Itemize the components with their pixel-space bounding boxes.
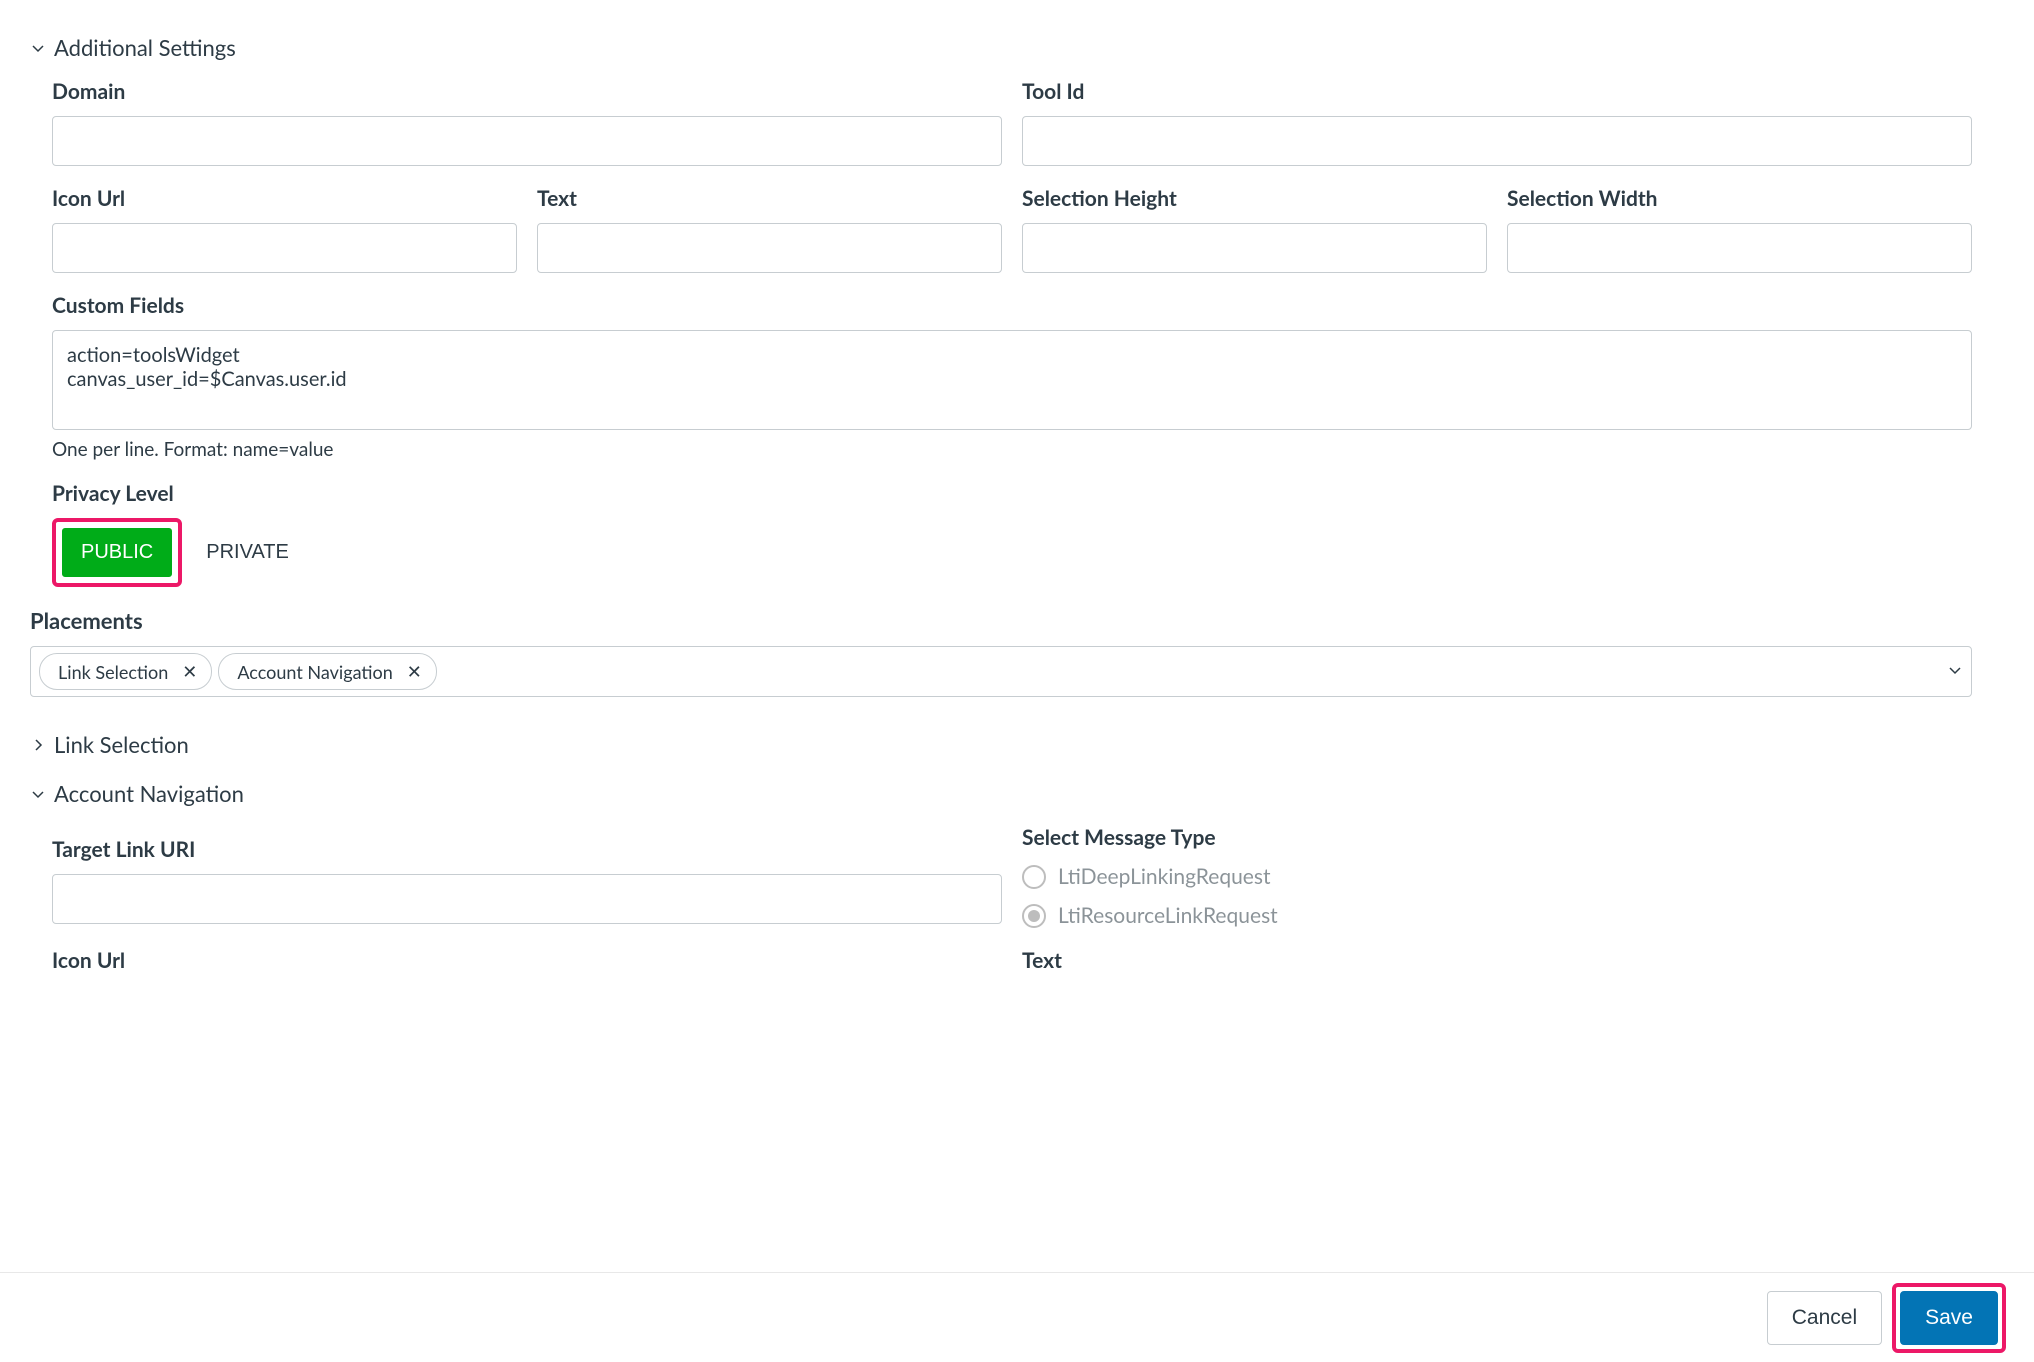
chevron-down-icon	[30, 40, 46, 56]
chevron-right-icon	[30, 737, 46, 753]
tag-remove-icon[interactable]: ✕	[182, 660, 197, 683]
radio-ltideeplinking[interactable]: LtiDeepLinkingRequest	[1022, 864, 1972, 889]
private-button[interactable]: PRIVATE	[192, 529, 303, 576]
placements-section: Placements Link Selection ✕ Account Navi…	[30, 607, 1972, 697]
tag-label: Link Selection	[58, 661, 168, 683]
selwidth-input[interactable]	[1507, 223, 1972, 273]
selwidth-label: Selection Width	[1507, 186, 1972, 211]
toolid-input[interactable]	[1022, 116, 1972, 166]
radio-label: LtiDeepLinkingRequest	[1058, 864, 1271, 889]
radio-ltiresourcelink[interactable]: LtiResourceLinkRequest	[1022, 903, 1972, 928]
customfields-input[interactable]	[52, 330, 1972, 430]
customfields-hint: One per line. Format: name=value	[52, 438, 1972, 461]
selheight-label: Selection Height	[1022, 186, 1487, 211]
save-button[interactable]: Save	[1900, 1291, 1998, 1345]
domain-label: Domain	[52, 79, 1002, 104]
tag-remove-icon[interactable]: ✕	[407, 660, 422, 683]
text-input[interactable]	[537, 223, 1002, 273]
cancel-button[interactable]: Cancel	[1767, 1291, 1882, 1345]
save-highlight: Save	[1892, 1283, 2006, 1353]
radio-icon	[1022, 865, 1046, 889]
radio-label: LtiResourceLinkRequest	[1058, 903, 1278, 928]
chevron-down-icon	[1947, 662, 1963, 682]
iconurl2-label: Icon Url	[52, 948, 1002, 973]
account-nav-title: Account Navigation	[54, 780, 244, 807]
iconurl-input[interactable]	[52, 223, 517, 273]
additional-settings-title: Additional Settings	[54, 34, 236, 61]
text-label: Text	[537, 186, 1002, 211]
account-nav-toggle[interactable]: Account Navigation	[30, 776, 1972, 811]
targeturi-label: Target Link URI	[52, 837, 1002, 862]
selheight-input[interactable]	[1022, 223, 1487, 273]
domain-input[interactable]	[52, 116, 1002, 166]
placements-label: Placements	[30, 607, 1972, 634]
placement-tag: Link Selection ✕	[39, 653, 212, 690]
placements-select[interactable]: Link Selection ✕ Account Navigation ✕	[30, 646, 1972, 697]
messagetype-label: Select Message Type	[1022, 825, 1972, 850]
targeturi-input[interactable]	[52, 874, 1002, 924]
text2-label: Text	[1022, 948, 1972, 973]
public-highlight: PUBLIC	[52, 518, 182, 587]
iconurl-label: Icon Url	[52, 186, 517, 211]
tag-label: Account Navigation	[237, 661, 392, 683]
chevron-down-icon	[30, 786, 46, 802]
link-selection-toggle[interactable]: Link Selection	[30, 727, 1972, 762]
toolid-label: Tool Id	[1022, 79, 1972, 104]
radio-icon	[1022, 904, 1046, 928]
link-selection-title: Link Selection	[54, 731, 189, 758]
footer: Cancel Save	[0, 1272, 2034, 1362]
public-button[interactable]: PUBLIC	[62, 528, 172, 577]
customfields-label: Custom Fields	[52, 293, 1972, 318]
placement-tag: Account Navigation ✕	[218, 653, 437, 690]
additional-settings-toggle[interactable]: Additional Settings	[30, 30, 1972, 65]
privacy-label: Privacy Level	[52, 481, 1972, 506]
